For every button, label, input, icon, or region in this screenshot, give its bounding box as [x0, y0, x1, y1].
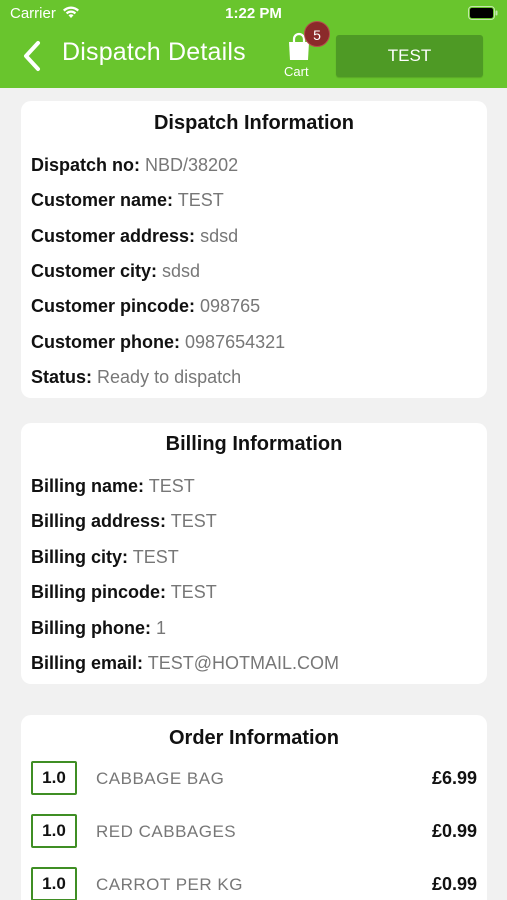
billing-row: Billing pincode: TEST [31, 582, 217, 603]
dispatch-row: Customer pincode: 098765 [31, 296, 260, 317]
billing-row: Billing address: TEST [31, 511, 217, 532]
item-price: £0.99 [431, 821, 477, 841]
row-label: Dispatch no: [31, 155, 141, 175]
dispatch-card-title: Dispatch Information [153, 112, 354, 134]
row-value: TEST [148, 476, 195, 496]
row-label: Customer name: [31, 190, 174, 210]
back-chevron-icon[interactable] [20, 40, 44, 72]
billing-row: Billing phone: 1 [31, 618, 166, 639]
row-value: TEST [170, 511, 217, 531]
row-value: sdsd [162, 261, 201, 281]
dispatch-row: Dispatch no: NBD/38202 [31, 155, 238, 176]
page-title: Dispatch Details [62, 38, 246, 66]
billing-row: Billing name: TEST [31, 476, 195, 497]
test-button[interactable]: TEST [336, 35, 483, 77]
status-bar: Carrier 1:22 PM [0, 0, 507, 26]
item-name: RED CABBAGES [96, 822, 237, 841]
row-label: Billing address: [31, 511, 167, 531]
row-label: Customer city: [31, 261, 158, 281]
row-value: TEST@HOTMAIL.COM [147, 653, 339, 673]
cart-count-badge: 5 [304, 21, 330, 47]
dispatch-row: Status: Ready to dispatch [31, 367, 241, 388]
item-name: CABBAGE BAG [96, 769, 225, 788]
item-quantity: 1.0 [31, 761, 77, 795]
nav-bar: Carrier 1:22 PM Dispatch Details Cart 5 … [0, 0, 507, 88]
order-information-card: Order Information 1.0 CABBAGE BAG £6.99 … [21, 715, 487, 900]
item-quantity: 1.0 [31, 814, 77, 848]
dispatch-information-card: Dispatch Information Dispatch no: NBD/38… [21, 101, 487, 398]
item-price: £6.99 [431, 768, 477, 788]
clock: 1:22 PM [225, 5, 282, 22]
row-value: TEST [170, 582, 217, 602]
row-label: Billing email: [31, 653, 144, 673]
item-quantity: 1.0 [31, 867, 77, 900]
row-value: Ready to dispatch [97, 367, 242, 387]
row-label: Billing pincode: [31, 582, 166, 602]
row-label: Billing city: [31, 547, 129, 567]
row-value: TEST [177, 190, 224, 210]
order-card-title: Order Information [168, 727, 339, 749]
row-value: 1 [156, 618, 167, 638]
row-value: sdsd [200, 226, 239, 246]
row-label: Status: [31, 367, 93, 387]
row-value: 0987654321 [185, 332, 286, 352]
row-value: 098765 [200, 296, 261, 316]
item-price: £0.99 [431, 874, 477, 894]
battery-icon [468, 6, 498, 20]
dispatch-row: Customer name: TEST [31, 190, 224, 211]
row-label: Billing name: [31, 476, 145, 496]
cart-label: Cart [284, 64, 309, 79]
row-value: NBD/38202 [145, 155, 239, 175]
dispatch-row: Customer city: sdsd [31, 261, 200, 282]
billing-card-title: Billing Information [165, 433, 343, 455]
billing-row: Billing city: TEST [31, 547, 179, 568]
item-name: CARROT PER KG [96, 875, 243, 894]
row-label: Customer address: [31, 226, 196, 246]
row-label: Customer phone: [31, 332, 181, 352]
dispatch-row: Customer address: sdsd [31, 226, 238, 247]
row-value: TEST [132, 547, 179, 567]
billing-information-card: Billing Information Billing name: TEST B… [21, 423, 487, 684]
row-label: Billing phone: [31, 618, 151, 638]
dispatch-row: Customer phone: 0987654321 [31, 332, 285, 353]
row-label: Customer pincode: [31, 296, 196, 316]
billing-row: Billing email: TEST@HOTMAIL.COM [31, 653, 339, 674]
